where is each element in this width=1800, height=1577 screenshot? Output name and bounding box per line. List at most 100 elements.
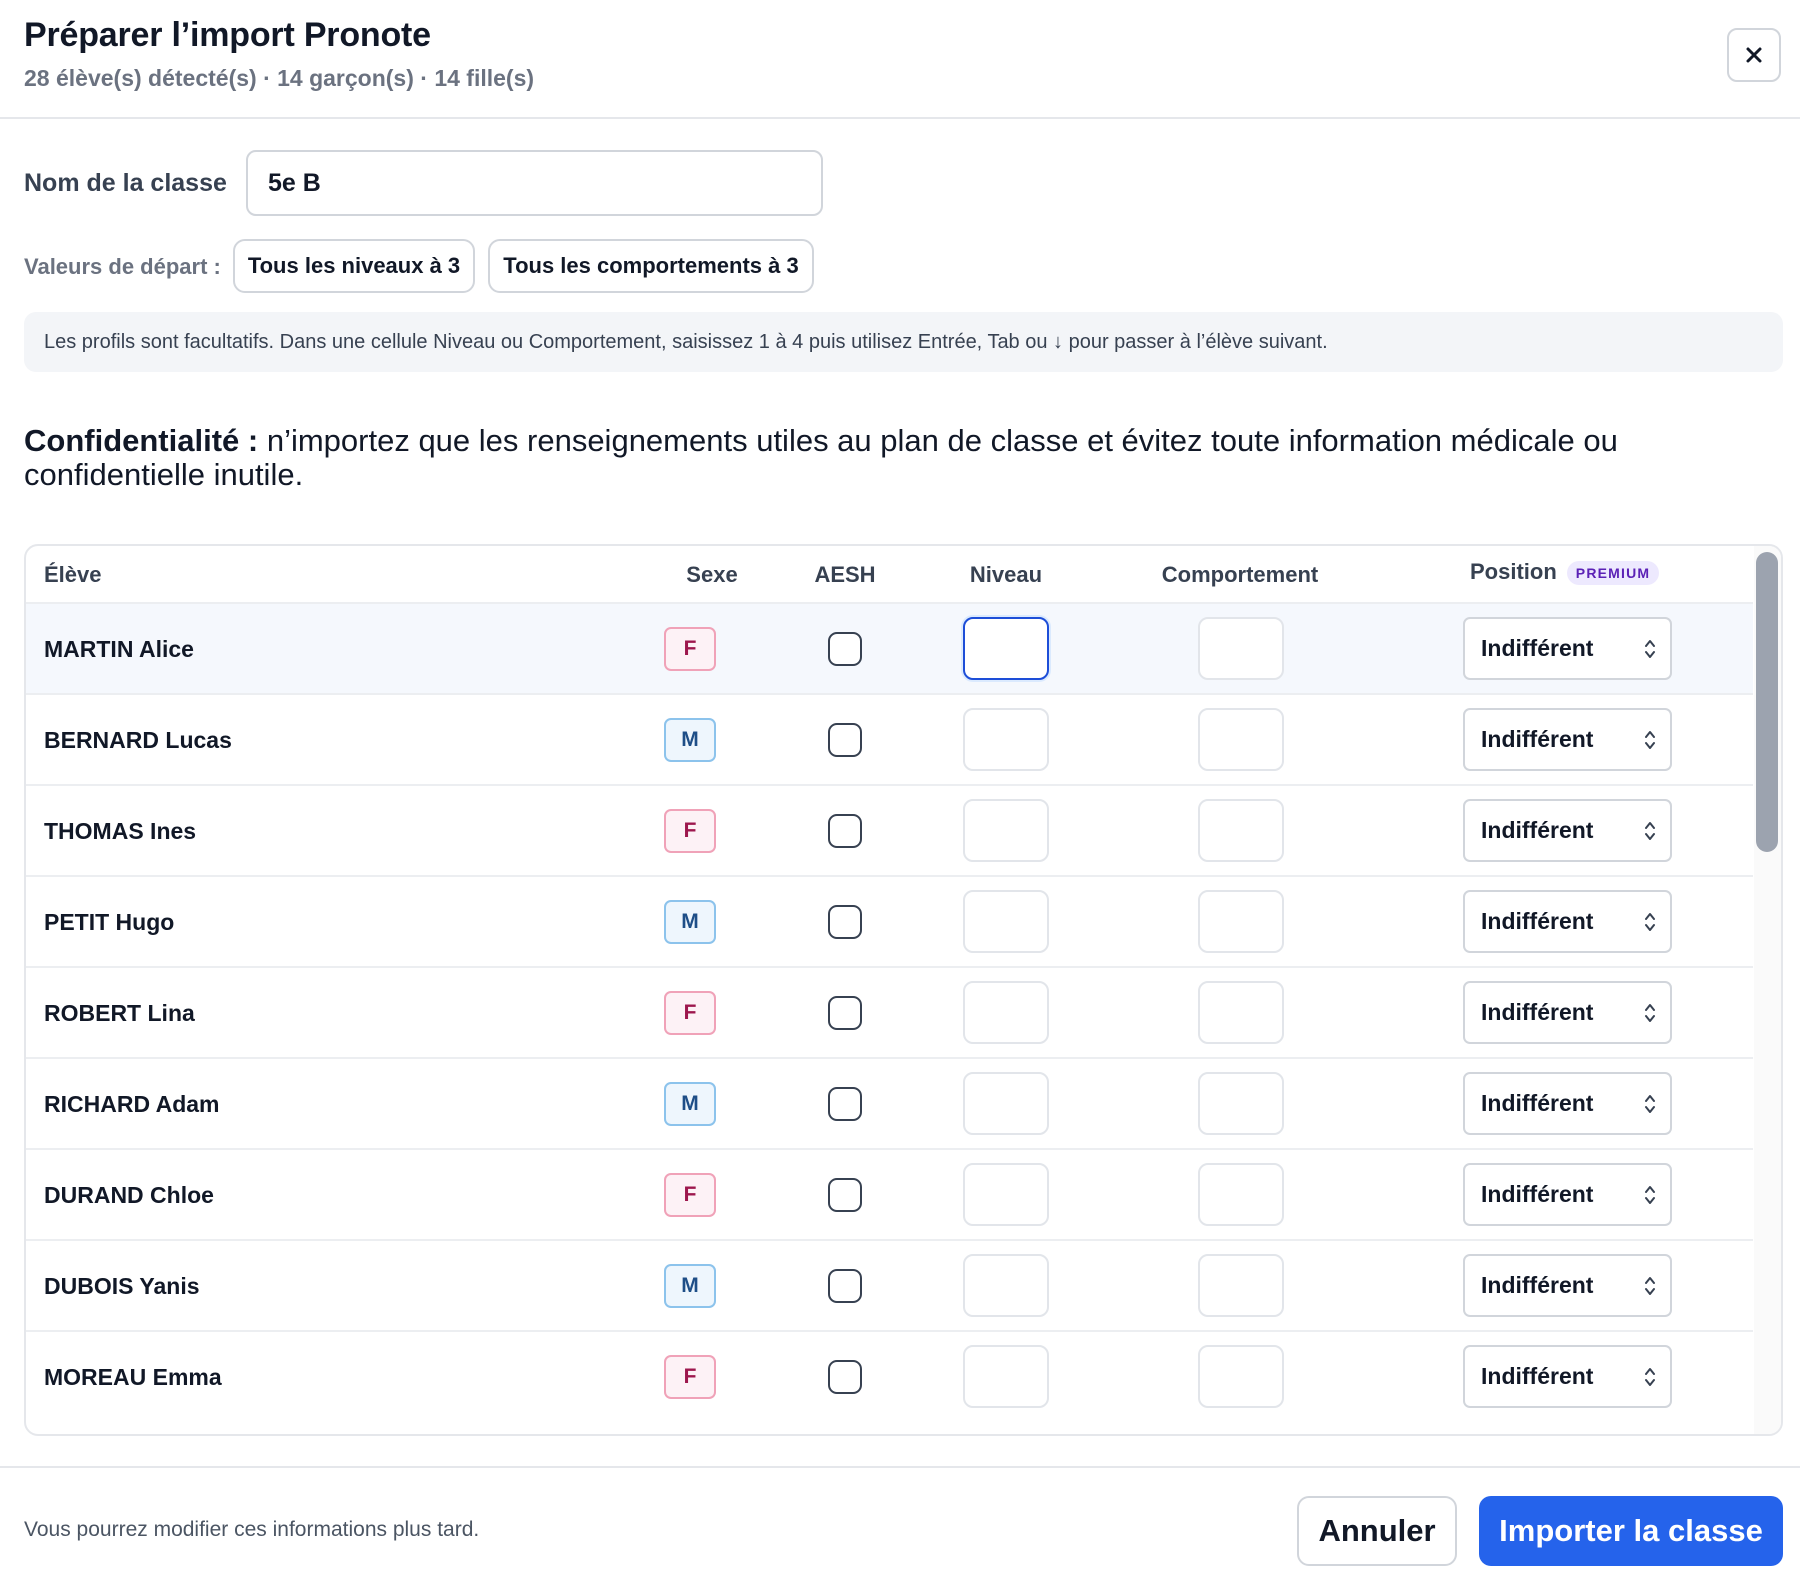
chevron-up-down-icon — [1644, 1002, 1656, 1030]
aesh-checkbox[interactable] — [828, 1087, 862, 1121]
privacy-title: Confidentialité : — [24, 423, 259, 458]
aesh-checkbox[interactable] — [828, 632, 862, 666]
aesh-checkbox[interactable] — [828, 996, 862, 1030]
column-header-behavior: Comportement — [1161, 562, 1319, 587]
chevron-up-down-icon — [1644, 1366, 1656, 1394]
dialog-title: Préparer l’import Pronote — [24, 16, 431, 54]
level-input[interactable] — [963, 708, 1049, 771]
sex-badge[interactable]: F — [664, 627, 716, 671]
level-input[interactable] — [963, 617, 1049, 680]
sex-badge[interactable]: F — [664, 809, 716, 853]
position-select[interactable]: Indifférent — [1463, 1345, 1672, 1408]
behavior-input[interactable] — [1198, 890, 1284, 953]
sex-badge[interactable]: M — [664, 1264, 716, 1308]
behavior-input[interactable] — [1198, 1072, 1284, 1135]
start-values-label: Valeurs de départ : — [24, 254, 221, 279]
table-row: ROBERT Lina F Indifférent — [26, 966, 1753, 1057]
chevron-up-down-icon — [1644, 729, 1656, 757]
student-name: DUBOIS Yanis — [44, 1273, 200, 1299]
sex-badge[interactable]: F — [664, 991, 716, 1035]
premium-badge: PREMIUM — [1566, 561, 1660, 586]
cancel-button[interactable]: Annuler — [1297, 1496, 1457, 1566]
info-hint-text: Les profils sont facultatifs. Dans une c… — [44, 330, 1328, 353]
position-select-value: Indifférent — [1481, 1363, 1594, 1389]
table-row: BERNARD Lucas M Indifférent — [26, 693, 1753, 784]
aesh-checkbox[interactable] — [828, 814, 862, 848]
dialog-footer: Vous pourrez modifier ces informations p… — [0, 1466, 1800, 1577]
sex-badge[interactable]: M — [664, 1082, 716, 1126]
position-select[interactable]: Indifférent — [1463, 890, 1672, 953]
position-select[interactable]: Indifférent — [1463, 1163, 1672, 1226]
student-count-summary: 28 élève(s) détecté(s) · 14 garçon(s) · … — [24, 65, 535, 91]
student-name: ROBERT Lina — [44, 1000, 195, 1026]
aesh-checkbox[interactable] — [828, 1360, 862, 1394]
sex-badge[interactable]: M — [664, 718, 716, 762]
chevron-up-down-icon — [1644, 638, 1656, 666]
student-name: BERNARD Lucas — [44, 727, 232, 753]
aesh-checkbox[interactable] — [828, 1178, 862, 1212]
position-select-value: Indifférent — [1481, 1090, 1594, 1116]
level-input[interactable] — [963, 1163, 1049, 1226]
footer-note: Vous pourrez modifier ces informations p… — [24, 1518, 480, 1541]
level-input[interactable] — [963, 799, 1049, 862]
privacy-text: n’importez que les renseignements utiles… — [24, 423, 1618, 492]
aesh-checkbox[interactable] — [828, 905, 862, 939]
behavior-input[interactable] — [1198, 799, 1284, 862]
behavior-input[interactable] — [1198, 1345, 1284, 1408]
position-select-value: Indifférent — [1481, 817, 1594, 843]
class-name-input[interactable] — [246, 150, 823, 216]
behavior-input[interactable] — [1198, 1254, 1284, 1317]
students-table[interactable]: Élève Sexe AESH Niveau Comportement Posi… — [24, 544, 1783, 1436]
table-row: MOREAU Emma F Indifférent — [26, 1330, 1753, 1421]
table-scrollbar-thumb[interactable] — [1756, 552, 1778, 852]
column-header-level: Niveau — [969, 562, 1043, 587]
student-name: THOMAS Ines — [44, 818, 197, 844]
dialog-header: Préparer l’import Pronote 28 élève(s) dé… — [0, 0, 1800, 119]
position-select[interactable]: Indifférent — [1463, 799, 1672, 862]
table-row: DUBOIS Yanis M Indifférent — [26, 1239, 1753, 1330]
column-header-aesh: AESH — [814, 562, 876, 587]
all-behaviors-3-button[interactable]: Tous les comportements à 3 — [488, 239, 814, 293]
column-header-position-label: Position — [1470, 559, 1557, 584]
column-header-position: Position PREMIUM — [1470, 559, 1660, 586]
position-select-value: Indifférent — [1481, 635, 1594, 661]
privacy-notice: Confidentialité : n’importez que les ren… — [24, 424, 1784, 492]
behavior-input[interactable] — [1198, 1163, 1284, 1226]
position-select[interactable]: Indifférent — [1463, 1072, 1672, 1135]
class-name-label: Nom de la classe — [24, 169, 227, 197]
level-input[interactable] — [963, 1254, 1049, 1317]
student-name: MOREAU Emma — [44, 1364, 222, 1390]
close-button[interactable] — [1727, 28, 1781, 82]
position-select-value: Indifférent — [1481, 1272, 1594, 1298]
behavior-input[interactable] — [1198, 981, 1284, 1044]
chevron-up-down-icon — [1644, 820, 1656, 848]
table-row: THOMAS Ines F Indifférent — [26, 784, 1753, 875]
table-row: DURAND Chloe F Indifférent — [26, 1148, 1753, 1239]
import-class-button[interactable]: Importer la classe — [1479, 1496, 1783, 1566]
chevron-up-down-icon — [1644, 1184, 1656, 1212]
level-input[interactable] — [963, 1072, 1049, 1135]
aesh-checkbox[interactable] — [828, 723, 862, 757]
position-select[interactable]: Indifférent — [1463, 1254, 1672, 1317]
sex-badge[interactable]: F — [664, 1173, 716, 1217]
behavior-input[interactable] — [1198, 617, 1284, 680]
position-select[interactable]: Indifférent — [1463, 708, 1672, 771]
level-input[interactable] — [963, 1345, 1049, 1408]
behavior-input[interactable] — [1198, 708, 1284, 771]
level-input[interactable] — [963, 981, 1049, 1044]
level-input[interactable] — [963, 890, 1049, 953]
student-name: PETIT Hugo — [44, 909, 175, 935]
sex-badge[interactable]: M — [664, 900, 716, 944]
position-select[interactable]: Indifférent — [1463, 981, 1672, 1044]
aesh-checkbox[interactable] — [828, 1269, 862, 1303]
sex-badge[interactable]: F — [664, 1355, 716, 1399]
table-row: RICHARD Adam M Indifférent — [26, 1057, 1753, 1148]
student-name: DURAND Chloe — [44, 1182, 214, 1208]
chevron-up-down-icon — [1644, 1275, 1656, 1303]
position-select[interactable]: Indifférent — [1463, 617, 1672, 680]
close-icon — [1746, 47, 1762, 63]
position-select-value: Indifférent — [1481, 726, 1594, 752]
table-row: PETIT Hugo M Indifférent — [26, 875, 1753, 966]
student-name: RICHARD Adam — [44, 1091, 220, 1117]
all-levels-3-button[interactable]: Tous les niveaux à 3 — [233, 239, 475, 293]
